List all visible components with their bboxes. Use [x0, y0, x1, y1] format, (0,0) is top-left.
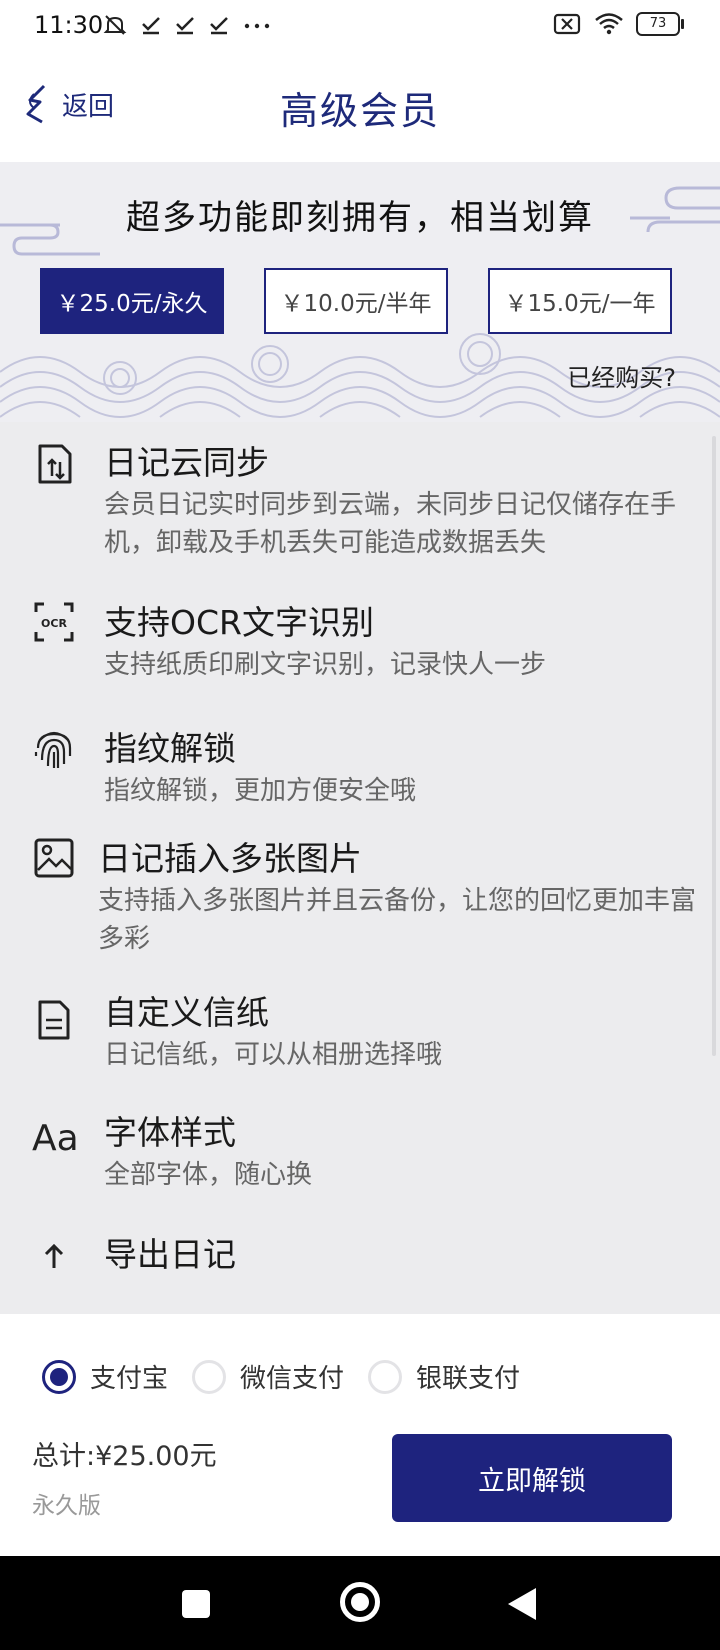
total-price: 总计:¥25.00元	[32, 1441, 217, 1472]
home-icon[interactable]	[340, 1582, 380, 1622]
plan-option-half-year[interactable]: ￥10.0元/半年	[264, 268, 448, 334]
status-notification-icons	[102, 12, 272, 38]
download-done-icon	[142, 17, 160, 35]
payment-option-wechat[interactable]: 微信支付	[192, 1358, 344, 1395]
payment-label: 支付宝	[90, 1364, 169, 1394]
feature-title: 日记云同步	[104, 443, 269, 482]
recent-apps-icon[interactable]	[182, 1590, 210, 1618]
svg-text:Aa: Aa	[32, 1118, 79, 1156]
no-sim-icon	[553, 13, 581, 35]
feature-description: 日记信纸，可以从相册选择哦	[104, 1040, 443, 1070]
export-icon	[44, 1243, 64, 1268]
edition-label: 永久版	[32, 1493, 101, 1519]
feature-title: 日记插入多张图片	[98, 839, 362, 878]
svg-text:OCR: OCR	[41, 617, 67, 630]
payment-option-unionpay[interactable]: 银联支付	[368, 1358, 520, 1395]
payment-option-alipay[interactable]: 支付宝	[42, 1358, 168, 1395]
plan-option-one-year[interactable]: ￥15.0元/一年	[488, 268, 672, 334]
feature-title: 自定义信纸	[104, 993, 269, 1032]
font-icon: Aa	[32, 1118, 79, 1156]
payment-methods: 支付宝 微信支付 银联支付	[42, 1358, 544, 1395]
feature-title: 指纹解锁	[104, 729, 236, 768]
vip-page: 11:30 73 返回 高级会员 超多功能即刻拥有，相当划算 ￥25.0元/永久…	[0, 0, 720, 1650]
navigation-bar	[0, 1556, 720, 1650]
download-done-icon	[210, 17, 228, 35]
feature-title: 字体样式	[104, 1113, 236, 1152]
fingerprint-icon	[34, 731, 72, 768]
plan-option-permanent[interactable]: ￥25.0元/永久	[40, 268, 224, 334]
feature-description: 会员日记实时同步到云端，未同步日记仅储存在手机，卸载及手机丢失可能造成数据丢失	[104, 490, 677, 558]
plan-options: ￥25.0元/永久 ￥10.0元/半年 ￥15.0元/一年	[40, 268, 672, 334]
ocr-icon: OCR	[34, 602, 74, 642]
radio-button[interactable]	[192, 1359, 227, 1394]
scrollbar[interactable]	[712, 436, 716, 1056]
status-bar: 11:30 73	[0, 0, 720, 54]
feature-list[interactable]: 日记云同步 会员日记实时同步到云端，未同步日记仅储存在手机，卸载及手机丢失可能造…	[0, 422, 720, 1314]
page-title: 高级会员	[279, 89, 440, 133]
hero-title: 超多功能即刻拥有，相当划算	[126, 198, 594, 238]
download-done-icon	[176, 17, 194, 35]
feature-description: 支持纸质印刷文字识别，记录快人一步	[104, 650, 547, 680]
document-icon	[38, 1000, 70, 1040]
payment-label: 微信支付	[240, 1364, 345, 1394]
status-system-icons: 73	[552, 12, 684, 36]
radio-button[interactable]	[368, 1359, 403, 1394]
payment-panel: 支付宝 微信支付 银联支付 总计:¥25.00元 永久版 立即解锁	[0, 1314, 720, 1556]
battery-indicator: 73	[636, 12, 684, 36]
feature-description: 指纹解锁，更加方便安全哦	[104, 776, 417, 806]
cloud-sync-icon	[38, 444, 72, 484]
already-bought-link[interactable]: 已经购买?	[567, 358, 676, 393]
image-icon	[34, 838, 74, 878]
back-triangle-icon[interactable]	[508, 1588, 536, 1620]
radio-button[interactable]	[42, 1359, 76, 1394]
unlock-button[interactable]: 立即解锁	[392, 1434, 672, 1522]
feature-title: 导出日记	[104, 1235, 236, 1274]
feature-title: 支持OCR文字识别	[104, 603, 374, 642]
pricing-hero: 超多功能即刻拥有，相当划算 ￥25.0元/永久 ￥10.0元/半年 ￥15.0元…	[0, 162, 720, 422]
status-time: 11:30	[34, 11, 104, 39]
feature-description: 全部字体，随心换	[104, 1160, 313, 1190]
mute-icon	[103, 15, 127, 35]
app-header: 返回 高级会员	[0, 54, 720, 162]
more-dots-icon	[244, 23, 270, 29]
payment-label: 银联支付	[416, 1364, 521, 1394]
feature-description: 支持插入多张图片并且云备份，让您的回忆更加丰富多彩	[98, 886, 697, 954]
wifi-icon	[595, 13, 623, 35]
